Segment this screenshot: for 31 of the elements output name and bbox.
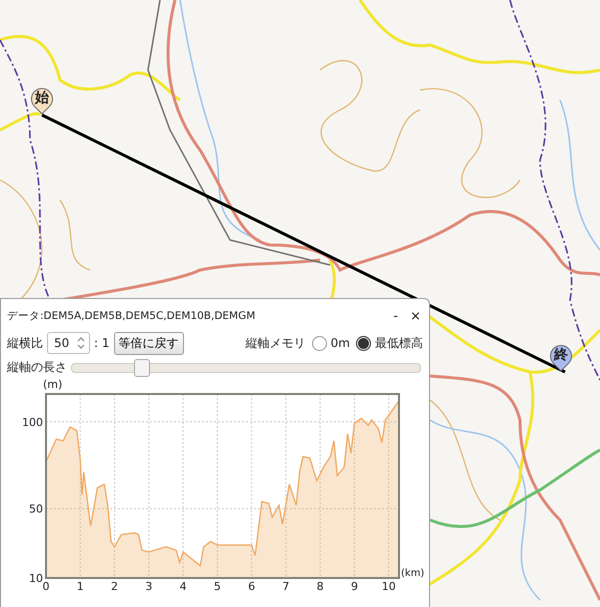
reset-ratio-button[interactable]: 等倍に戻す xyxy=(114,332,184,354)
y-tick-label: 10 xyxy=(29,572,43,585)
x-tick-label: 8 xyxy=(316,580,324,593)
radio-button[interactable] xyxy=(312,336,327,350)
y-tick-label: 50 xyxy=(29,502,43,516)
y-tick-label: 100 xyxy=(22,416,43,429)
x-tick-label: 2 xyxy=(111,580,118,593)
x-tick-label: 0 xyxy=(42,580,50,593)
radio-button[interactable] xyxy=(356,336,371,350)
axis-base-label: 縦軸メモリ xyxy=(246,334,306,352)
x-tick-label: 5 xyxy=(214,580,221,593)
minimize-button[interactable]: - xyxy=(391,308,400,324)
x-tick-label: 6 xyxy=(248,580,256,593)
x-tick-label: 4 xyxy=(180,580,187,593)
x-tick-label: 9 xyxy=(350,580,358,593)
x-axis-unit: (km) xyxy=(401,568,424,579)
x-tick-label: 1 xyxy=(76,580,84,593)
radio-label[interactable]: 0m xyxy=(330,336,350,350)
x-tick-label: 3 xyxy=(145,580,152,593)
ratio-suffix: : 1 xyxy=(94,336,110,350)
x-tick-label: 10 xyxy=(382,580,396,593)
slider-thumb[interactable] xyxy=(134,358,150,376)
axis-length-label: 縦軸の長さ xyxy=(7,359,67,376)
ratio-label: 縦横比 xyxy=(7,334,43,352)
y-axis-unit: (m) xyxy=(43,379,62,391)
ratio-spinner[interactable]: 50 xyxy=(47,332,90,354)
data-source-label: データ:DEM5A,DEM5B,DEM5C,DEM10B,DEMGM xyxy=(7,309,256,323)
x-tick-label: 7 xyxy=(282,580,290,593)
close-button[interactable]: × xyxy=(408,308,423,324)
radio-label[interactable]: 最低標高 xyxy=(375,334,423,352)
spinner-arrows-icon[interactable] xyxy=(76,335,86,351)
